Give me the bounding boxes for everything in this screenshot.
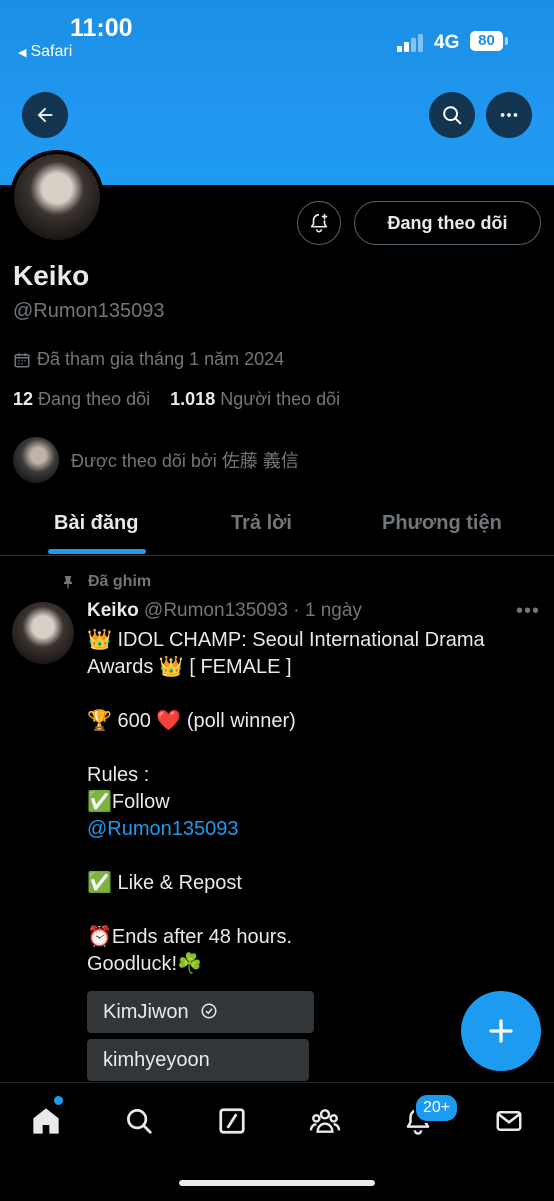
arrow-left-icon [37, 107, 53, 123]
post-author-name[interactable]: Keiko [87, 600, 139, 621]
joined-text: Đã tham gia tháng 1 năm 2024 [37, 349, 285, 369]
follow-stats: 12 Đang theo dõi 1.018 Người theo dõi [13, 389, 340, 410]
pinned-label: Đã ghim [88, 573, 152, 590]
nav-search[interactable] [119, 1101, 159, 1141]
mutual-follower-avatar [13, 437, 59, 483]
signal-icon [397, 34, 427, 52]
back-button[interactable] [22, 92, 68, 138]
following-count: 12 [13, 389, 34, 409]
tab-replies[interactable]: Trả lời [231, 512, 292, 535]
search-icon [443, 106, 462, 125]
bell-plus-icon [310, 213, 328, 233]
followers-label: Người theo dõi [220, 389, 341, 409]
back-app-label: Safari [30, 43, 73, 60]
active-tab-indicator [48, 549, 146, 554]
nav-home[interactable] [26, 1101, 66, 1141]
following-button[interactable]: Đang theo dõi [354, 201, 541, 245]
post-text: 👑 IDOL CHAMP: Seoul International Drama … [87, 627, 527, 978]
battery-icon: 80 [470, 31, 503, 51]
post-mention-link[interactable]: @Rumon135093 [87, 816, 527, 843]
post-author-avatar[interactable] [12, 602, 74, 664]
post-line: ⏰Ends after 48 hours. [87, 926, 293, 948]
notifications-badge: 20+ [414, 1093, 460, 1123]
compose-post-button[interactable] [461, 991, 541, 1071]
followed-by-row[interactable]: Được theo dõi bởi 佐藤 義信 [13, 437, 299, 483]
joined-date: Đã tham gia tháng 1 năm 2024 [13, 349, 284, 370]
mail-icon [496, 1111, 522, 1131]
status-time: 11:00 [70, 14, 133, 42]
check-circle-icon [201, 1003, 217, 1019]
post-line: Awards 👑 [ FEMALE ] [87, 656, 292, 678]
post-more-icon[interactable]: ••• [516, 600, 540, 623]
status-bar: 11:00 ◀ Safari 4G 80 [0, 0, 554, 70]
profile-handle: @Rumon135093 [13, 300, 165, 322]
followed-by-text: Được theo dõi bởi 佐藤 義信 [71, 451, 299, 471]
post-line: Rules : [87, 764, 150, 786]
post-header: Keiko @Rumon135093 · 1 ngày [87, 600, 362, 622]
calendar-icon [14, 352, 30, 367]
poll-option[interactable]: kimhyeyoon [87, 1039, 309, 1081]
pinned-label-row: Đã ghim [60, 573, 151, 591]
tab-media[interactable]: Phương tiện [382, 512, 502, 535]
more-horizontal-icon [500, 113, 518, 117]
poll-option-label: kimhyeyoon [103, 1049, 210, 1071]
tab-posts[interactable]: Bài đăng [54, 512, 138, 535]
profile-avatar[interactable] [10, 150, 104, 244]
profile-tabs: Bài đăng Trả lời Phương tiện [0, 500, 554, 556]
post-line: ✅ Like & Repost [87, 872, 242, 894]
back-triangle-icon: ◀ [18, 47, 27, 59]
network-type: 4G [434, 32, 460, 53]
back-to-app-link[interactable]: ◀ Safari [18, 43, 72, 61]
post-line: ✅Follow [87, 791, 170, 813]
home-indicator [179, 1180, 375, 1186]
home-icon [33, 1108, 59, 1134]
pin-icon [64, 576, 72, 589]
nav-messages[interactable] [489, 1101, 529, 1141]
nav-grok[interactable] [212, 1101, 252, 1141]
followers-link[interactable]: 1.018 Người theo dõi [170, 389, 340, 409]
profile-name: Keiko [13, 260, 90, 291]
poll-option[interactable]: KimJiwon [87, 991, 314, 1033]
search-button[interactable] [429, 92, 475, 138]
battery-tip [505, 37, 508, 45]
post-line: Goodluck!☘️ [87, 953, 202, 975]
communities-icon [309, 1109, 341, 1133]
grok-icon [219, 1108, 245, 1134]
post-line: 🏆 600 ❤️ (poll winner) [87, 710, 296, 732]
home-unread-dot [54, 1096, 63, 1105]
following-link[interactable]: 12 Đang theo dõi [13, 389, 150, 409]
poll-option-label: KimJiwon [103, 1001, 189, 1023]
search-icon [127, 1109, 152, 1134]
plus-icon [489, 1019, 513, 1043]
nav-communities[interactable] [305, 1101, 345, 1141]
post-meta: @Rumon135093 · 1 ngày [144, 600, 362, 621]
following-label: Đang theo dõi [38, 389, 151, 409]
more-button[interactable] [486, 92, 532, 138]
followers-count: 1.018 [170, 389, 216, 409]
notifications-toggle-button[interactable] [297, 201, 341, 245]
post-line: 👑 IDOL CHAMP: Seoul International Drama [87, 629, 485, 651]
